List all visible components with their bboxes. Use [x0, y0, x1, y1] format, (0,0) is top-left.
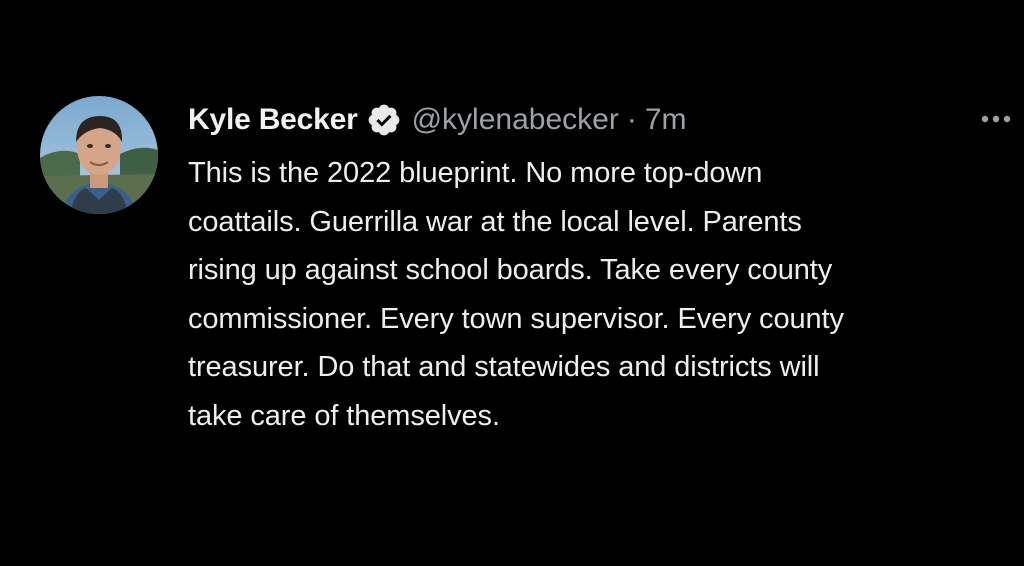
more-horizontal-icon[interactable]: [974, 104, 1018, 134]
verified-badge-icon: [366, 102, 402, 138]
tweet-text: This is the 2022 blueprint. No more top-…: [188, 149, 1018, 441]
display-name[interactable]: Kyle Becker: [188, 103, 358, 137]
separator-dot: ·: [626, 103, 637, 136]
tweet-text-line: treasurer. Do that and statewides and di…: [188, 351, 820, 384]
timestamp[interactable]: 7m: [645, 103, 687, 137]
tweet-text-line: coattails. Guerrilla war at the local le…: [188, 205, 802, 238]
tweet-text-line: take care of themselves.: [188, 399, 500, 432]
tweet-header: Kyle Becker @kylenabecker · 7m: [188, 98, 687, 142]
tweet[interactable]: Kyle Becker @kylenabecker · 7m This is t…: [0, 0, 1024, 566]
profile-photo: [40, 96, 158, 214]
tweet-text-line: commissioner. Every town supervisor. Eve…: [188, 302, 844, 335]
tweet-text-line: rising up against school boards. Take ev…: [188, 254, 833, 287]
tweet-text-line: This is the 2022 blueprint. No more top-…: [188, 157, 763, 189]
author-handle[interactable]: @kylenabecker: [412, 103, 619, 137]
avatar[interactable]: [40, 96, 158, 214]
